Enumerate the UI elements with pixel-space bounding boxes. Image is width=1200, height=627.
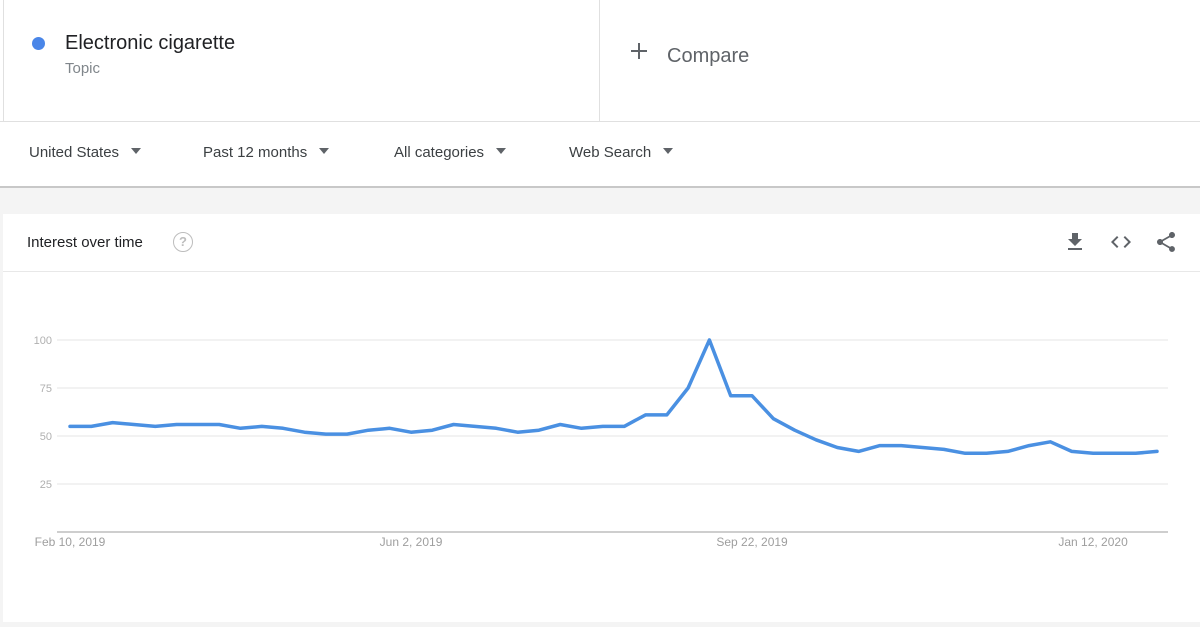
- y-tick-label: 50: [40, 431, 52, 443]
- data-point[interactable]: [703, 334, 715, 346]
- data-point[interactable]: [192, 418, 204, 430]
- x-tick-label: Jun 2, 2019: [380, 535, 443, 549]
- data-point[interactable]: [959, 447, 971, 459]
- data-point[interactable]: [1066, 445, 1078, 457]
- data-point[interactable]: [618, 420, 630, 432]
- data-point[interactable]: [1151, 445, 1163, 457]
- data-point[interactable]: [512, 426, 524, 438]
- data-point[interactable]: [256, 420, 268, 432]
- data-point[interactable]: [767, 413, 779, 425]
- x-axis-ticks: Feb 10, 2019 Jun 2, 2019 Sep 22, 2019 Jan 1…: [35, 535, 1128, 549]
- time-range-filter-label: Past 12 months: [203, 144, 308, 161]
- data-point[interactable]: [980, 447, 992, 459]
- search-type-filter-dropdown[interactable]: Web Search: [569, 144, 674, 161]
- data-point[interactable]: [469, 420, 481, 432]
- data-point[interactable]: [938, 443, 950, 455]
- data-point[interactable]: [448, 418, 460, 430]
- search-terms-bar: Electronic cigarette Topic Compare: [0, 0, 1200, 122]
- line-chart-svg: 25 50 75 100 Feb 10, 2019 Jun 2, 2019 Sep 22,…: [34, 334, 1168, 549]
- caret-down-icon: [319, 148, 330, 155]
- filter-bar: United States Past 12 months All categor…: [0, 122, 1200, 188]
- data-point[interactable]: [1023, 440, 1035, 452]
- x-tick-label: Feb 10, 2019: [35, 535, 106, 549]
- region-filter-label: United States: [29, 144, 120, 161]
- data-point[interactable]: [426, 424, 438, 436]
- y-axis-ticks: 25 50 75 100: [34, 335, 52, 491]
- data-point[interactable]: [277, 422, 289, 434]
- term-type: Topic: [65, 60, 101, 77]
- data-point[interactable]: [576, 422, 588, 434]
- series-points: [64, 334, 1163, 459]
- data-point[interactable]: [789, 424, 801, 436]
- data-point[interactable]: [1087, 447, 1099, 459]
- time-range-filter-dropdown[interactable]: Past 12 months: [203, 144, 330, 161]
- term-name: Electronic cigarette: [65, 32, 236, 54]
- data-point[interactable]: [320, 428, 332, 440]
- data-point[interactable]: [597, 420, 609, 432]
- data-point[interactable]: [746, 390, 758, 402]
- data-point[interactable]: [171, 418, 183, 430]
- interest-chart: 25 50 75 100 Feb 10, 2019 Jun 2, 2019 Sep 22,…: [0, 214, 1200, 622]
- caret-down-icon: [496, 148, 507, 155]
- data-point[interactable]: [341, 428, 353, 440]
- caret-down-icon: [663, 148, 674, 155]
- data-point[interactable]: [298, 426, 310, 438]
- plus-icon: [628, 40, 650, 62]
- data-point[interactable]: [490, 422, 502, 434]
- search-term-card[interactable]: Electronic cigarette Topic: [3, 0, 600, 122]
- data-point[interactable]: [405, 426, 417, 438]
- data-point[interactable]: [853, 445, 865, 457]
- data-point[interactable]: [213, 418, 225, 430]
- y-tick-label: 75: [40, 383, 52, 395]
- data-point[interactable]: [384, 422, 396, 434]
- data-point[interactable]: [682, 382, 694, 394]
- data-point[interactable]: [831, 442, 843, 454]
- data-point[interactable]: [149, 420, 161, 432]
- y-tick-label: 100: [34, 335, 52, 347]
- compare-button[interactable]: Compare: [601, 0, 1200, 122]
- data-point[interactable]: [1044, 436, 1056, 448]
- data-point[interactable]: [85, 420, 97, 432]
- data-point[interactable]: [128, 418, 140, 430]
- compare-label: Compare: [667, 45, 750, 67]
- data-point[interactable]: [533, 424, 545, 436]
- category-filter-dropdown[interactable]: All categories: [394, 144, 507, 161]
- data-point[interactable]: [235, 422, 247, 434]
- data-point[interactable]: [107, 417, 119, 429]
- data-point[interactable]: [895, 440, 907, 452]
- x-tick-label: Sep 22, 2019: [716, 535, 788, 549]
- data-point[interactable]: [1130, 447, 1142, 459]
- data-point[interactable]: [64, 420, 76, 432]
- data-point[interactable]: [554, 418, 566, 430]
- data-point[interactable]: [874, 440, 886, 452]
- chart-gridlines: [57, 339, 1168, 485]
- data-point[interactable]: [1002, 445, 1014, 457]
- y-tick-label: 25: [40, 479, 52, 491]
- x-tick-label: Jan 12, 2020: [1058, 535, 1128, 549]
- term-color-dot: [32, 37, 45, 50]
- data-point[interactable]: [810, 434, 822, 446]
- data-point[interactable]: [725, 390, 737, 402]
- category-filter-label: All categories: [394, 144, 485, 161]
- data-point[interactable]: [1108, 447, 1120, 459]
- data-point[interactable]: [362, 424, 374, 436]
- data-point[interactable]: [661, 409, 673, 421]
- region-filter-dropdown[interactable]: United States: [29, 144, 142, 161]
- data-point[interactable]: [639, 409, 651, 421]
- caret-down-icon: [131, 148, 142, 155]
- data-point[interactable]: [917, 442, 929, 454]
- search-type-filter-label: Web Search: [569, 144, 652, 161]
